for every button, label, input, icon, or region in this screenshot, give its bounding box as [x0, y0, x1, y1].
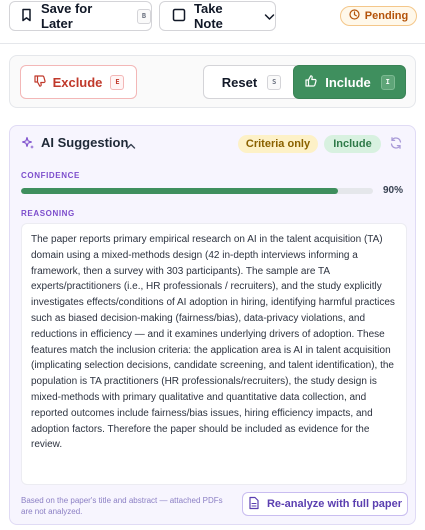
reset-label: Reset	[221, 74, 258, 90]
save-shortcut-key: B	[137, 8, 151, 24]
sparkle-icon	[21, 136, 35, 155]
bookmark-icon	[20, 8, 33, 25]
confidence-bar	[21, 188, 373, 194]
criteria-only-badge: Criteria only	[238, 135, 318, 153]
top-toolbar: Save for Later B Take Note Pending	[0, 0, 425, 35]
save-for-later-button[interactable]: Save for Later B	[9, 1, 152, 31]
reanalyze-label: Re-analyze with full paper	[266, 498, 403, 510]
include-label: Include	[325, 74, 371, 90]
reasoning-label: REASONING	[21, 209, 75, 218]
note-icon	[172, 8, 186, 25]
thumbs-up-icon	[304, 74, 318, 91]
clock-icon	[349, 9, 365, 23]
confidence-value: 90%	[383, 185, 404, 196]
include-shortcut-key: I	[380, 74, 395, 90]
status-label: Pending	[364, 10, 409, 22]
verdict-badge: Include	[324, 135, 381, 153]
ai-suggestion-header[interactable]: AI Suggestion Criteria only Include	[10, 126, 415, 160]
status-badge: Pending	[340, 6, 417, 26]
reanalyze-button[interactable]: Re-analyze with full paper	[242, 492, 408, 516]
chevron-up-icon[interactable]	[126, 137, 136, 155]
take-note-label: Take Note	[194, 1, 223, 31]
decision-bar: Exclude E Reset S Include I	[9, 55, 416, 108]
chevron-down-icon[interactable]	[264, 9, 275, 24]
confidence-label: CONFIDENCE	[21, 171, 80, 180]
reasoning-text: The paper reports primary empirical rese…	[31, 234, 395, 451]
exclude-label: Exclude	[52, 74, 103, 90]
reset-button[interactable]: Reset S	[203, 65, 300, 99]
reset-shortcut-key: S	[267, 74, 282, 90]
analysis-footnote: Based on the paper's title and abstract …	[21, 496, 223, 516]
include-button[interactable]: Include I	[293, 65, 406, 99]
exclude-button[interactable]: Exclude E	[20, 65, 137, 99]
reasoning-box: The paper reports primary empirical rese…	[21, 223, 407, 485]
ai-suggestion-panel: AI Suggestion Criteria only Include CONF…	[9, 125, 416, 525]
confidence-bar-fill	[21, 188, 338, 194]
toolbar-divider	[0, 43, 425, 44]
exclude-shortcut-key: E	[110, 74, 125, 90]
thumbs-down-icon	[33, 74, 47, 91]
take-note-button[interactable]: Take Note	[159, 1, 276, 31]
ai-suggestion-title: AI Suggestion	[41, 135, 129, 150]
refresh-icon[interactable]	[389, 136, 403, 155]
save-for-later-label: Save for Later	[41, 1, 93, 31]
document-icon	[248, 496, 267, 513]
